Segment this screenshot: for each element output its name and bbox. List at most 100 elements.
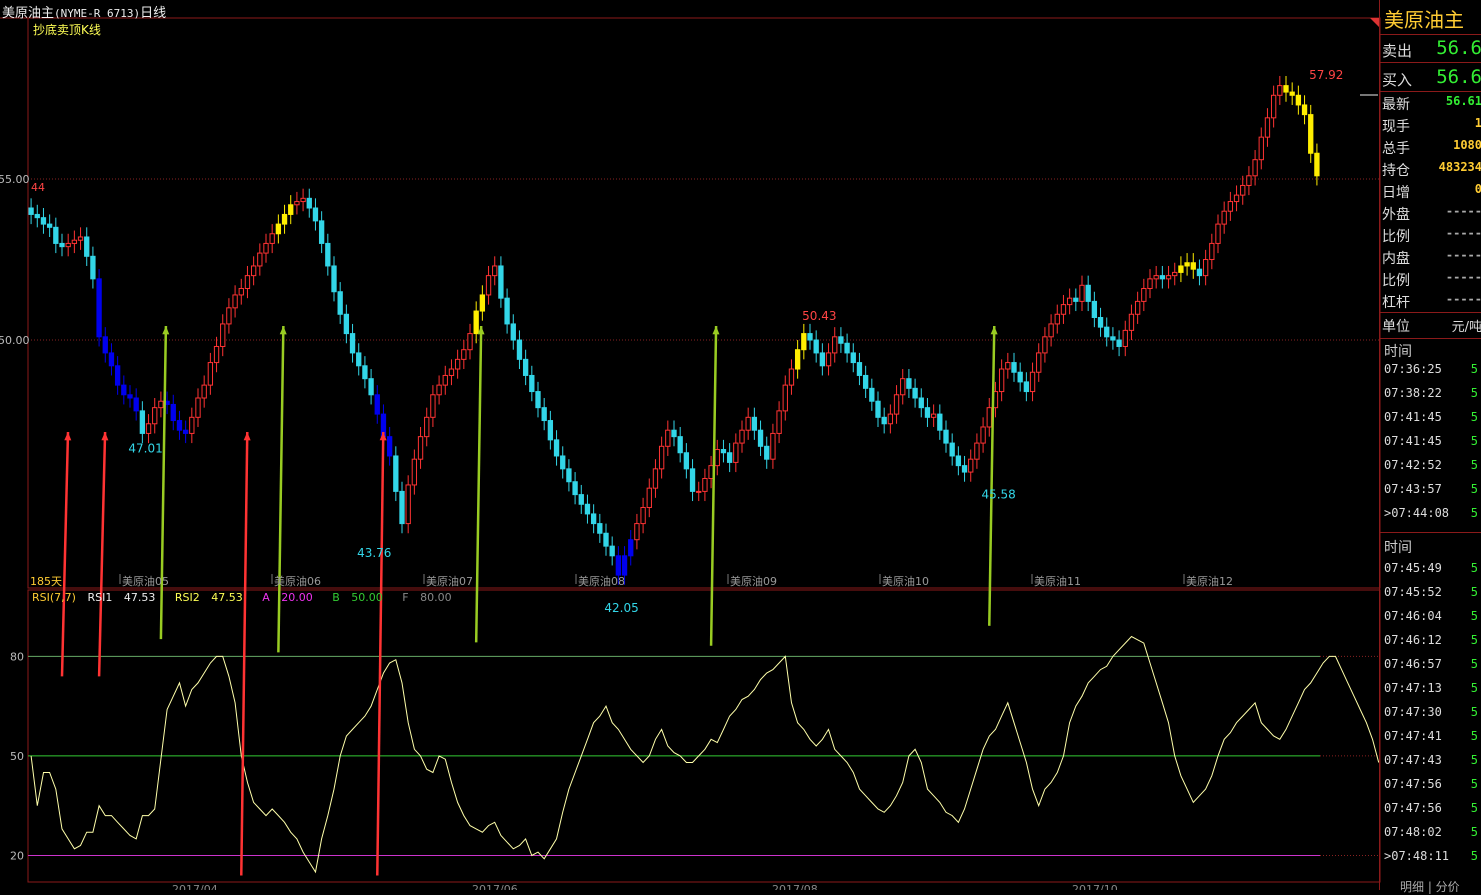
candle-body: [782, 384, 788, 412]
candle-body: [875, 400, 881, 418]
candle-body: [986, 407, 992, 428]
candle-body: [844, 342, 850, 354]
candle-body: [1277, 85, 1283, 96]
candle-body: [1190, 262, 1196, 270]
candle-body: [405, 484, 411, 525]
candle-body: [856, 362, 863, 376]
candle-body: [980, 426, 986, 444]
quote-panel: 美原油主 卖出 56.6 买入 56.6 最新 56.61 现手 1 总手 1080 持仓…: [1379, 0, 1481, 890]
rsi-axis-label: 50: [10, 750, 24, 763]
candle-body: [720, 449, 727, 454]
candle-body: [195, 397, 201, 418]
contract-label: 美原油06: [274, 574, 321, 588]
candle-body: [318, 220, 325, 244]
candle-body: [893, 394, 900, 415]
candle-body: [275, 223, 282, 235]
candle-body: [677, 436, 683, 454]
candle-body: [968, 458, 974, 473]
candle-body: [1104, 326, 1110, 338]
candle-body: [943, 429, 949, 444]
candle-body: [1029, 371, 1036, 393]
candle-body: [1048, 323, 1054, 338]
candle-body: [776, 410, 782, 434]
candle-body: [263, 242, 269, 254]
candle-body: [1221, 210, 1227, 225]
candle-body: [751, 416, 758, 431]
candle-body: [838, 336, 844, 344]
candle-body: [566, 468, 572, 483]
price-annotation: 42.05: [604, 601, 638, 615]
candle-body: [485, 275, 492, 296]
candle-body: [1079, 284, 1085, 302]
signal-arrow-head: [101, 432, 109, 441]
candle-body: [757, 429, 764, 447]
candle-body: [807, 333, 813, 341]
candle-body: [269, 233, 275, 244]
candle-body: [498, 265, 504, 299]
candle-body: [961, 465, 968, 473]
candle-body: [1097, 316, 1104, 328]
instrument-code: (NYME-R 6713): [54, 7, 141, 20]
candle-body: [1252, 159, 1258, 177]
candle-body: [924, 407, 931, 418]
price-annotation: 43.76: [357, 546, 391, 560]
candle-body: [702, 478, 708, 492]
quote-last: 最新 56.61: [1382, 94, 1481, 113]
candle-body: [998, 368, 1005, 393]
candle-body: [547, 420, 554, 441]
candle-body: [281, 213, 288, 225]
candle-body: [955, 455, 962, 467]
candle-body: [201, 384, 207, 399]
candle-body: [621, 555, 628, 576]
candle-body: [615, 555, 622, 576]
candle-body: [535, 391, 541, 409]
candle-body: [46, 223, 53, 228]
candle-body: [108, 352, 115, 367]
candle-body: [182, 429, 189, 434]
signal-arrow-shaft: [988, 325, 996, 626]
candle-body: [1308, 114, 1314, 154]
candle-body: [374, 394, 380, 415]
bottom-tabs[interactable]: 明细 | 分价: [1400, 878, 1460, 895]
quote-unit: 单位 元/吨: [1382, 319, 1481, 335]
quote-total-volume: 总手 1080: [1382, 138, 1481, 157]
b-label: B 50.00: [332, 591, 383, 604]
candle-body: [603, 532, 609, 547]
candle-body: [102, 336, 108, 354]
candle-body: [1246, 175, 1252, 186]
rsi-series: [30, 635, 1380, 874]
candle-body: [442, 374, 448, 386]
candle-body: [1085, 284, 1091, 302]
rsi-axis-label: 80: [10, 650, 24, 663]
quote-outer: 外盘 -----: [1382, 204, 1481, 223]
candle-body: [584, 503, 591, 515]
candle-body: [696, 490, 702, 493]
contract-label: 美原油05: [122, 574, 169, 588]
candle-body: [1172, 271, 1178, 277]
price-annotation: 50.43: [802, 309, 836, 323]
candle-body: [170, 403, 176, 422]
candle-body: [53, 226, 59, 244]
candle-body: [1122, 329, 1128, 347]
price-axis-label: 50.00: [0, 334, 30, 347]
candle-body: [1159, 275, 1166, 280]
candle-body: [801, 333, 807, 351]
candle-body: [1314, 152, 1320, 177]
candle-body: [312, 207, 319, 222]
candle-body: [560, 455, 566, 470]
rsi-panel-border: [27, 589, 1381, 883]
candle-body: [739, 429, 745, 444]
candle-body: [949, 442, 955, 457]
candle-body: [788, 368, 795, 386]
candle-body: [238, 288, 244, 296]
candle-body: [226, 307, 232, 325]
candle-body: [516, 339, 523, 360]
contract-label: 美原油07: [426, 574, 473, 588]
candle-body: [665, 429, 671, 447]
signal-arrow-shaft: [240, 431, 249, 876]
candle-body: [1147, 278, 1153, 290]
candle-body: [1209, 242, 1215, 261]
candle-body: [1060, 304, 1067, 315]
price-annotation: 45.58: [981, 487, 1015, 501]
candle-body: [176, 420, 183, 431]
